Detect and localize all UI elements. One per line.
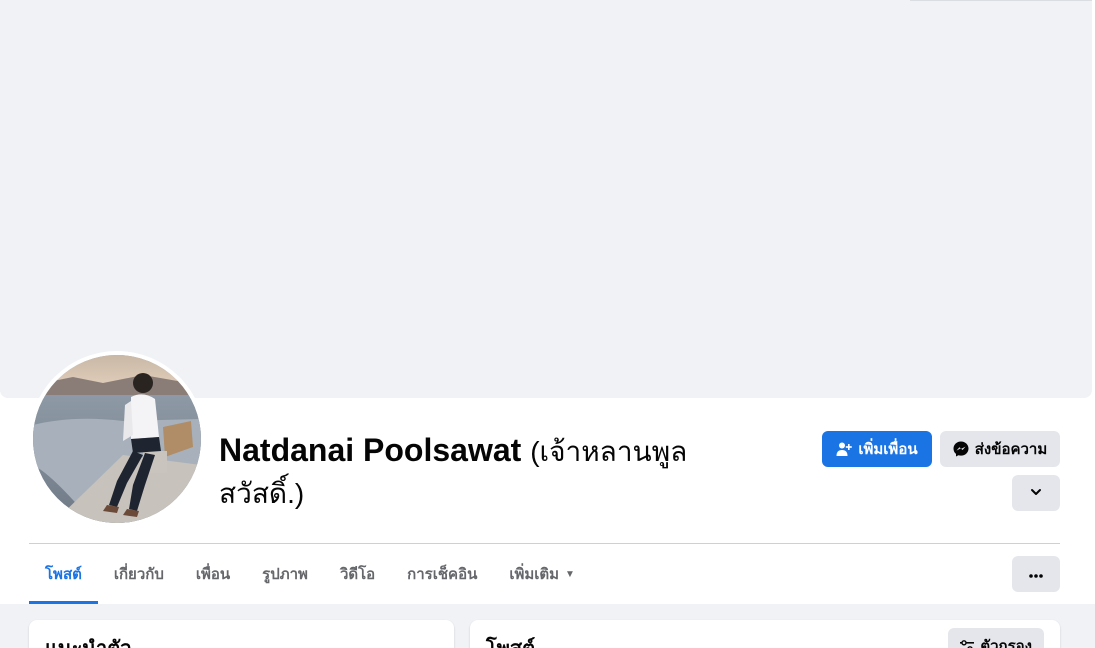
tab-checkins[interactable]: การเช็คอิน (391, 544, 493, 604)
message-label: ส่งข้อความ (974, 441, 1048, 458)
cover-photo[interactable] (0, 0, 1092, 398)
tab-videos[interactable]: วิดีโอ (324, 544, 391, 604)
profile-picture[interactable] (29, 351, 205, 527)
profile-name-heading: Natdanai Poolsawat (เจ้าหลานพูลสวัสดิ์.) (219, 430, 699, 514)
tab-label: เพื่อน (195, 566, 231, 583)
messenger-icon (953, 441, 969, 457)
more-horizontal-icon (1028, 566, 1044, 583)
tab-label: วิดีโอ (339, 566, 376, 583)
profile-tabs: โพสต์ เกี่ยวกับ เพื่อน รูปภาพ วิดีโอ การ… (29, 544, 591, 604)
profile-photo-image (33, 355, 201, 523)
tab-label: โพสต์ (45, 566, 82, 583)
tab-label: เพิ่มเติม (509, 566, 560, 583)
posts-card-title: โพสต์ (486, 632, 535, 648)
tab-posts[interactable]: โพสต์ (29, 544, 98, 604)
tab-friends[interactable]: เพื่อน (180, 544, 246, 604)
add-person-icon (836, 441, 853, 457)
add-friend-label: เพิ่มเพื่อน (858, 441, 918, 458)
tab-label: เกี่ยวกับ (113, 566, 164, 583)
add-friend-button[interactable]: เพิ่มเพื่อน (822, 431, 932, 467)
filter-icon (960, 639, 975, 648)
tab-about[interactable]: เกี่ยวกับ (98, 544, 180, 604)
tab-more[interactable]: เพิ่มเติม ▼ (493, 544, 591, 604)
tab-label: การเช็คอิน (407, 566, 478, 583)
cover-top-divider (910, 0, 1092, 1)
chevron-down-icon (1030, 485, 1042, 502)
tab-photos[interactable]: รูปภาพ (246, 544, 324, 604)
profile-name: Natdanai Poolsawat (219, 432, 522, 468)
message-button[interactable]: ส่งข้อความ (940, 431, 1060, 467)
caret-down-icon: ▼ (565, 568, 575, 580)
filter-button[interactable]: ตัวกรอง (948, 628, 1044, 648)
expand-profile-actions-button[interactable] (1012, 475, 1060, 511)
posts-card: โพสต์ ตัวกรอง (470, 620, 1060, 648)
more-options-button[interactable] (1012, 556, 1060, 592)
intro-card: แนะนำตัว (29, 620, 454, 648)
intro-card-title: แนะนำตัว (45, 632, 131, 648)
profile-page: Natdanai Poolsawat (เจ้าหลานพูลสวัสดิ์.)… (0, 0, 1095, 648)
filter-label: ตัวกรอง (980, 638, 1032, 648)
tab-label: รูปภาพ (262, 566, 308, 583)
